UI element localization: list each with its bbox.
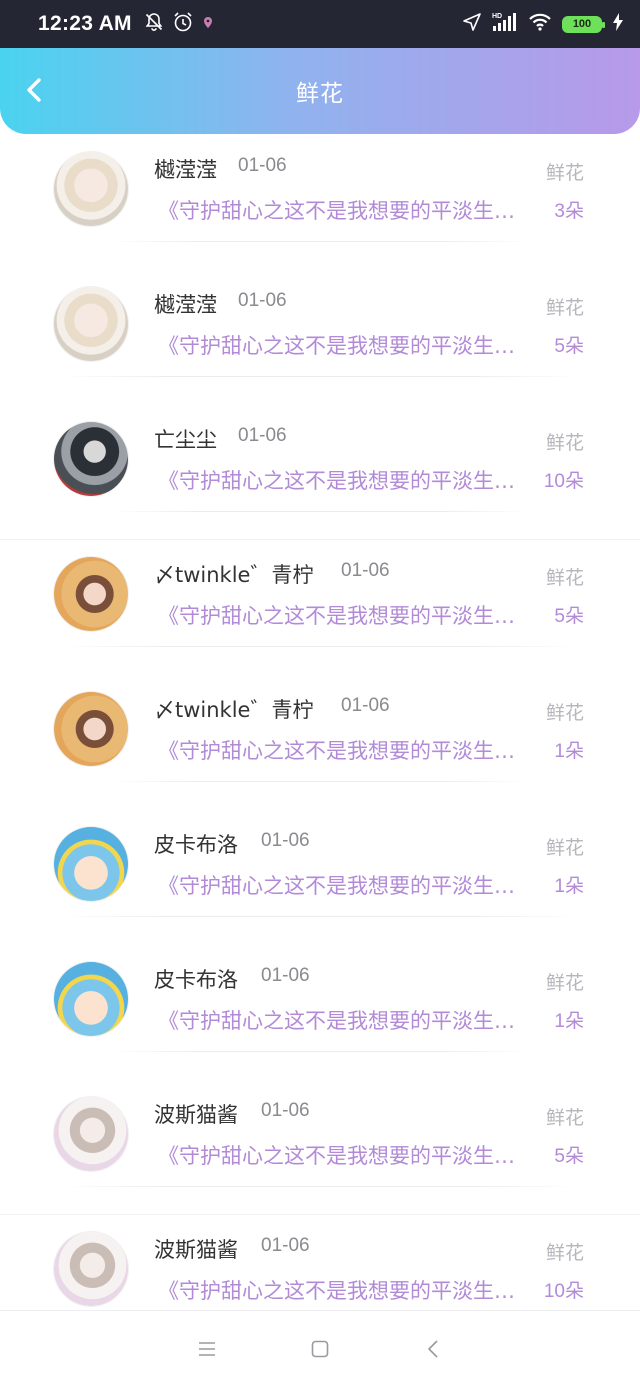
row-divider xyxy=(110,1051,530,1052)
book-title-link[interactable]: 《守护甜心之这不是我想要的平淡生活》 xyxy=(158,735,530,765)
home-square-icon xyxy=(311,1340,329,1358)
page-title: 鲜花 xyxy=(296,81,344,107)
avatar[interactable] xyxy=(54,1232,128,1306)
system-back-button[interactable] xyxy=(413,1329,453,1369)
gift-type-label: 鲜花 xyxy=(545,837,584,859)
flower-count: 1朵 xyxy=(554,876,584,897)
avatar[interactable] xyxy=(54,827,128,901)
navigation-arrow-icon xyxy=(462,12,482,36)
divider xyxy=(0,539,640,540)
gift-date: 01-06 xyxy=(238,425,287,446)
book-title-link[interactable]: 《守护甜心之这不是我想要的平淡生活》 xyxy=(158,465,530,495)
flower-count: 5朵 xyxy=(554,1146,584,1167)
gift-date: 01-06 xyxy=(261,965,310,986)
row-divider xyxy=(60,376,580,377)
flower-count: 10朵 xyxy=(543,471,584,492)
gift-date: 01-06 xyxy=(238,290,287,311)
list-item[interactable]: 〆twinkle゛青柠 01-06 鲜花 《守护甜心之这不是我想要的平淡生活》 5朵 xyxy=(0,539,640,674)
charging-bolt-icon xyxy=(612,12,624,36)
avatar[interactable] xyxy=(54,287,128,361)
flower-record-list[interactable]: 樾滢滢 01-06 鲜花 《守护甜心之这不是我想要的平淡生活》 3朵 樾滢滢 01-06 鲜花… xyxy=(0,134,640,1310)
gift-type-label: 鲜花 xyxy=(545,297,584,319)
book-title-link[interactable]: 《守护甜心之这不是我想要的平淡生活》 xyxy=(158,195,530,225)
svg-text:HD: HD xyxy=(492,13,502,20)
book-title-link[interactable]: 《守护甜心之这不是我想要的平淡生活》 xyxy=(158,330,530,360)
avatar[interactable] xyxy=(54,692,128,766)
signal-hd-icon: HD xyxy=(492,11,518,37)
gift-date: 01-06 xyxy=(261,1235,310,1256)
user-name[interactable]: 樾滢滢 xyxy=(154,289,217,319)
page-header: 鲜花 xyxy=(0,48,640,134)
row-divider xyxy=(60,916,580,917)
flower-count: 5朵 xyxy=(554,606,584,627)
book-title-link[interactable]: 《守护甜心之这不是我想要的平淡生活》 xyxy=(158,1140,530,1170)
gift-date: 01-06 xyxy=(261,1100,310,1121)
gift-type-label: 鲜花 xyxy=(545,1107,584,1129)
user-name[interactable]: 皮卡布洛 xyxy=(154,829,238,859)
user-name[interactable]: 〆twinkle゛青柠 xyxy=(154,559,313,589)
user-name[interactable]: 亡尘尘 xyxy=(154,424,217,454)
gift-date: 01-06 xyxy=(341,560,390,581)
flower-count: 1朵 xyxy=(554,741,584,762)
book-title-link[interactable]: 《守护甜心之这不是我想要的平淡生活》 xyxy=(158,1005,530,1035)
flower-count: 3朵 xyxy=(554,201,584,222)
flower-count: 10朵 xyxy=(543,1281,584,1302)
status-time: 12:23 AM xyxy=(38,12,132,35)
system-navigation-bar xyxy=(0,1310,640,1387)
list-item[interactable]: 樾滢滢 01-06 鲜花 《守护甜心之这不是我想要的平淡生活》 3朵 xyxy=(0,134,640,269)
gift-type-label: 鲜花 xyxy=(545,972,584,994)
book-title-link[interactable]: 《守护甜心之这不是我想要的平淡生活》 xyxy=(158,600,530,630)
book-title-link[interactable]: 《守护甜心之这不是我想要的平淡生活》 xyxy=(158,1275,530,1305)
user-name[interactable]: 波斯猫酱 xyxy=(154,1234,238,1264)
gift-type-label: 鲜花 xyxy=(545,162,584,184)
list-item[interactable]: 皮卡布洛 01-06 鲜花 《守护甜心之这不是我想要的平淡生活》 1朵 xyxy=(0,809,640,944)
menu-button[interactable] xyxy=(187,1329,227,1369)
back-button[interactable] xyxy=(20,76,48,104)
avatar[interactable] xyxy=(54,1097,128,1171)
gift-type-label: 鲜花 xyxy=(545,567,584,589)
menu-icon xyxy=(198,1342,215,1356)
alarm-clock-icon xyxy=(172,11,194,37)
list-item[interactable]: 亡尘尘 01-06 鲜花 《守护甜心之这不是我想要的平淡生活》 10朵 xyxy=(0,404,640,539)
gift-type-label: 鲜花 xyxy=(545,1242,584,1264)
flower-count: 1朵 xyxy=(554,1011,584,1032)
avatar[interactable] xyxy=(54,557,128,631)
bell-muted-icon xyxy=(144,12,164,36)
gift-date: 01-06 xyxy=(261,830,310,851)
avatar[interactable] xyxy=(54,422,128,496)
user-name[interactable]: 波斯猫酱 xyxy=(154,1099,238,1129)
user-name[interactable]: 〆twinkle゛青柠 xyxy=(154,694,313,724)
list-item[interactable]: 樾滢滢 01-06 鲜花 《守护甜心之这不是我想要的平淡生活》 5朵 xyxy=(0,269,640,404)
row-divider xyxy=(60,1186,580,1187)
wifi-icon xyxy=(528,12,552,36)
gift-date: 01-06 xyxy=(238,155,287,176)
chevron-left-icon xyxy=(27,78,41,102)
back-triangle-icon xyxy=(428,1340,438,1358)
list-item[interactable]: 波斯猫酱 01-06 鲜花 《守护甜心之这不是我想要的平淡生活》 10朵 xyxy=(0,1214,640,1310)
avatar[interactable] xyxy=(54,152,128,226)
avatar[interactable] xyxy=(54,962,128,1036)
list-item[interactable]: 波斯猫酱 01-06 鲜花 《守护甜心之这不是我想要的平淡生活》 5朵 xyxy=(0,1079,640,1214)
battery-icon: 100 xyxy=(562,15,605,33)
row-divider xyxy=(60,646,580,647)
divider xyxy=(0,1214,640,1215)
status-bar: 12:23 AM HD 100 xyxy=(0,0,640,48)
row-divider xyxy=(110,781,530,782)
location-dot-icon xyxy=(202,15,214,34)
home-button[interactable] xyxy=(300,1329,340,1369)
gift-date: 01-06 xyxy=(341,695,390,716)
user-name[interactable]: 樾滢滢 xyxy=(154,154,217,184)
gift-type-label: 鲜花 xyxy=(545,432,584,454)
gift-type-label: 鲜花 xyxy=(545,702,584,724)
list-item[interactable]: 皮卡布洛 01-06 鲜花 《守护甜心之这不是我想要的平淡生活》 1朵 xyxy=(0,944,640,1079)
row-divider xyxy=(110,241,530,242)
list-item[interactable]: 〆twinkle゛青柠 01-06 鲜花 《守护甜心之这不是我想要的平淡生活》 1朵 xyxy=(0,674,640,809)
book-title-link[interactable]: 《守护甜心之这不是我想要的平淡生活》 xyxy=(158,870,530,900)
flower-count: 5朵 xyxy=(554,336,584,357)
user-name[interactable]: 皮卡布洛 xyxy=(154,964,238,994)
row-divider xyxy=(110,511,530,512)
